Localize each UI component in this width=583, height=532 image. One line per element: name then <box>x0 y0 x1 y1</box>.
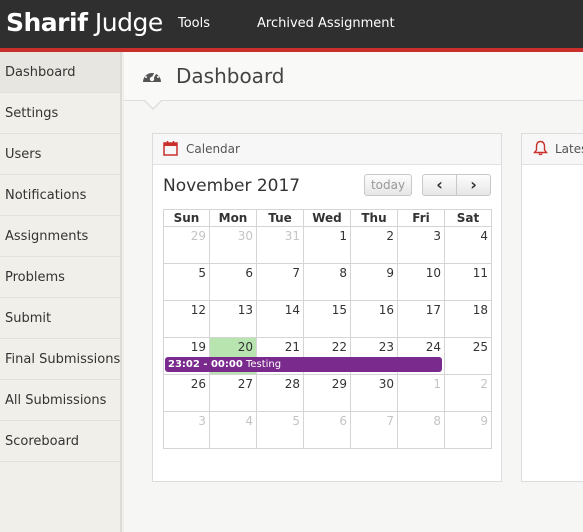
calendar-day-cell[interactable]: 6 <box>210 264 257 301</box>
page-title: Dashboard <box>176 64 285 88</box>
brand-light: Judge <box>87 8 163 37</box>
calendar-week-row: 5 6 7 8 9 10 11 <box>163 264 492 301</box>
calendar-week-row: 12 13 14 15 16 17 18 <box>163 301 492 338</box>
calendar-month-title: November 2017 <box>163 176 301 196</box>
calendar-day-cell[interactable]: 4 <box>445 227 492 264</box>
calendar-day-cell[interactable]: 6 <box>304 412 351 449</box>
header-pointer-fill <box>145 100 161 108</box>
bell-icon <box>533 140 548 161</box>
nav-archived-assignment[interactable]: Archived Assignment <box>257 16 395 31</box>
sidebar-item-submit[interactable]: Submit <box>0 298 120 339</box>
calendar-grid: Sun Mon Tue Wed Thu Fri Sat 29 30 31 1 2… <box>163 209 492 449</box>
weekday-header: Mon <box>210 209 257 227</box>
calendar-day-cell[interactable]: 18 <box>445 301 492 338</box>
sidebar-item-problems[interactable]: Problems <box>0 257 120 298</box>
calendar-day-cell[interactable]: 27 <box>210 375 257 412</box>
sidebar-item-settings[interactable]: Settings <box>0 93 120 134</box>
nav-tools[interactable]: Tools <box>178 16 210 31</box>
brand-logo[interactable]: Sharif Judge <box>6 8 163 37</box>
calendar-day-cell[interactable]: 2 <box>351 227 398 264</box>
calendar-day-cell[interactable]: 30 <box>210 227 257 264</box>
calendar-icon <box>163 140 178 161</box>
event-time: 23:02 - 00:00 <box>168 359 243 370</box>
weekday-header: Wed <box>304 209 351 227</box>
calendar-day-cell[interactable]: 31 <box>257 227 304 264</box>
weekday-header-row: Sun Mon Tue Wed Thu Fri Sat <box>163 209 492 227</box>
calendar-day-cell[interactable]: 12 <box>163 301 210 338</box>
calendar-widget: Calendar November 2017 today ‹ › Sun Mon… <box>152 133 502 482</box>
main-content: Dashboard Calendar November 2017 today ‹… <box>124 52 583 532</box>
calendar-day-cell[interactable]: 14 <box>257 301 304 338</box>
next-month-button[interactable]: › <box>456 174 491 196</box>
calendar-day-cell[interactable]: 17 <box>398 301 445 338</box>
calendar-week-row: 19 20 21 22 23 24 25 23:02 - 00:00 Testi… <box>163 338 492 375</box>
calendar-day-cell[interactable]: 29 <box>163 227 210 264</box>
brand-bold: Sharif <box>6 8 88 37</box>
calendar-day-cell[interactable]: 16 <box>351 301 398 338</box>
sidebar-item-users[interactable]: Users <box>0 134 120 175</box>
chevron-right-icon: › <box>470 175 477 194</box>
calendar-day-cell[interactable]: 13 <box>210 301 257 338</box>
latest-notifications-widget: Lates <box>521 133 583 482</box>
calendar-day-cell[interactable]: 7 <box>257 264 304 301</box>
calendar-day-cell[interactable]: 11 <box>445 264 492 301</box>
calendar-day-cell[interactable]: 9 <box>445 412 492 449</box>
calendar-day-cell[interactable]: 1 <box>304 227 351 264</box>
calendar-day-cell[interactable]: 3 <box>163 412 210 449</box>
sidebar-item-all-submissions[interactable]: All Submissions <box>0 380 120 421</box>
calendar-day-cell[interactable]: 28 <box>257 375 304 412</box>
calendar-widget-header: Calendar <box>153 134 501 165</box>
prev-month-button[interactable]: ‹ <box>422 174 457 196</box>
sidebar-item-final-submissions[interactable]: Final Submissions <box>0 339 120 380</box>
chevron-left-icon: ‹ <box>436 175 443 194</box>
event-title: Testing <box>242 359 282 370</box>
weekday-header: Fri <box>398 209 445 227</box>
calendar-day-cell[interactable]: 15 <box>304 301 351 338</box>
calendar-day-cell[interactable]: 26 <box>163 375 210 412</box>
weekday-header: Sun <box>163 209 210 227</box>
calendar-day-cell[interactable]: 4 <box>210 412 257 449</box>
latest-widget-title: Lates <box>555 142 583 156</box>
calendar-day-cell[interactable]: 8 <box>304 264 351 301</box>
calendar-event[interactable]: 23:02 - 00:00 Testing <box>165 357 442 372</box>
sidebar-item-dashboard[interactable]: Dashboard <box>0 52 120 93</box>
calendar-widget-title: Calendar <box>186 142 240 156</box>
today-button[interactable]: today <box>364 174 412 196</box>
calendar-day-cell[interactable]: 10 <box>398 264 445 301</box>
sidebar-item-notifications[interactable]: Notifications <box>0 175 120 216</box>
calendar-day-cell[interactable]: 30 <box>351 375 398 412</box>
calendar-week-row: 26 27 28 29 30 1 2 <box>163 375 492 412</box>
calendar-day-cell[interactable]: 29 <box>304 375 351 412</box>
dashboard-gauge-icon <box>141 66 163 89</box>
calendar-day-cell[interactable]: 9 <box>351 264 398 301</box>
calendar-week-row: 29 30 31 1 2 3 4 <box>163 227 492 264</box>
latest-widget-header: Lates <box>522 134 583 165</box>
sidebar-item-scoreboard[interactable]: Scoreboard <box>0 421 120 462</box>
weekday-header: Tue <box>257 209 304 227</box>
weekday-header: Sat <box>445 209 492 227</box>
weekday-header: Thu <box>351 209 398 227</box>
calendar-day-cell[interactable]: 25 <box>445 338 492 375</box>
sidebar-item-assignments[interactable]: Assignments <box>0 216 120 257</box>
calendar-day-cell[interactable]: 5 <box>257 412 304 449</box>
sidebar: Dashboard Settings Users Notifications A… <box>0 52 122 532</box>
page-header: Dashboard <box>124 52 583 101</box>
calendar-day-cell[interactable]: 5 <box>163 264 210 301</box>
calendar-day-cell[interactable]: 8 <box>398 412 445 449</box>
calendar-day-cell[interactable]: 3 <box>398 227 445 264</box>
top-navbar: Sharif Judge Tools Archived Assignment <box>0 0 583 48</box>
calendar-day-cell[interactable]: 2 <box>445 375 492 412</box>
calendar-day-cell[interactable]: 1 <box>398 375 445 412</box>
calendar-week-row: 3 4 5 6 7 8 9 <box>163 412 492 449</box>
calendar-day-cell[interactable]: 7 <box>351 412 398 449</box>
